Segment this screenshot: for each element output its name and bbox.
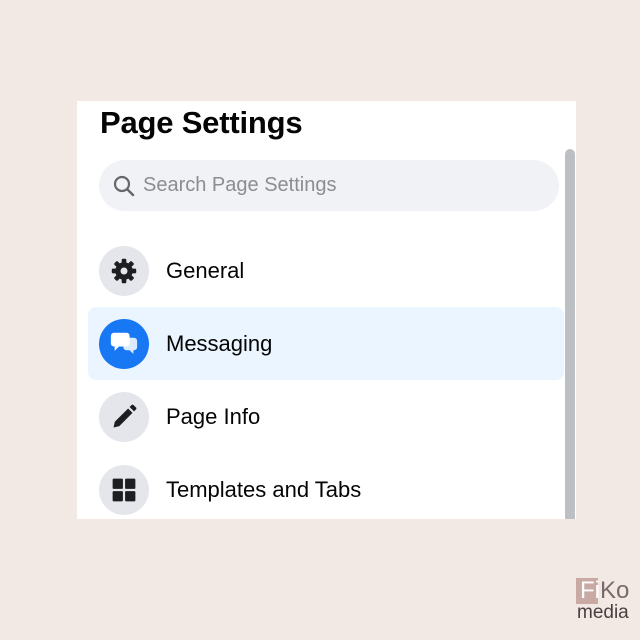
gear-icon xyxy=(99,245,149,296)
pencil-icon xyxy=(99,391,149,442)
logo-text-fi: Fi xyxy=(580,577,600,604)
menu-item-label: General xyxy=(166,257,245,283)
menu-item-label: Templates and Tabs xyxy=(166,476,362,502)
menu-item-page-info[interactable]: Page Info xyxy=(88,380,564,453)
fiko-media-logo: Fi Ko media xyxy=(576,577,636,628)
scrollbar[interactable] xyxy=(565,149,575,519)
logo-text-media: media xyxy=(577,602,629,623)
menu-item-general[interactable]: General xyxy=(88,234,564,307)
menu-item-label: Page Info xyxy=(166,403,261,429)
settings-menu: General Messaging Page Info Templates an… xyxy=(88,234,564,519)
menu-item-templates-and-tabs[interactable]: Templates and Tabs xyxy=(88,453,564,519)
search-box[interactable] xyxy=(99,160,559,211)
chat-bubbles-icon xyxy=(99,318,149,369)
menu-item-messaging[interactable]: Messaging xyxy=(88,307,564,380)
page-settings-panel: Page Settings Search Page Settings Gener… xyxy=(77,101,576,519)
logo-text-ko: Ko xyxy=(600,577,630,604)
grid-icon xyxy=(99,464,149,515)
page-title: Page Settings xyxy=(100,105,303,140)
search-icon xyxy=(111,173,137,199)
menu-item-label: Messaging xyxy=(166,330,273,356)
search-input[interactable] xyxy=(143,174,523,197)
